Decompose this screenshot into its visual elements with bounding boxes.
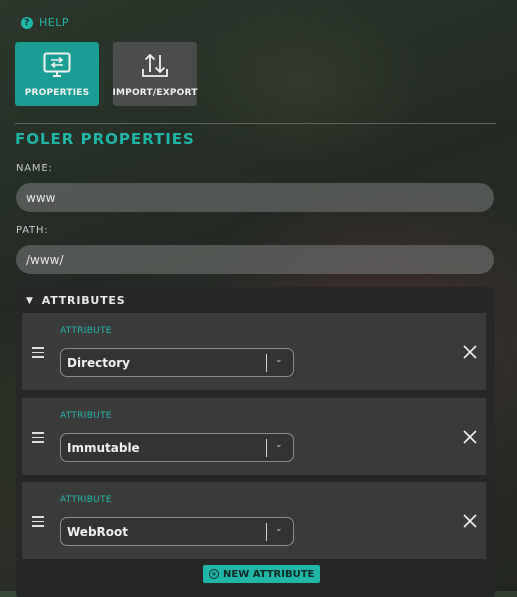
folder-properties-panel: ? HELP PROPERTIES IMPORT/EXPORT FOLER PR… — [0, 0, 517, 597]
select-separator — [266, 354, 267, 372]
attribute-select[interactable]: Immutable ⌄ — [60, 433, 294, 462]
page-title: FOLER PROPERTIES — [15, 130, 195, 148]
path-label: PATH: — [16, 225, 49, 236]
chevron-down-icon: ⌄ — [275, 355, 283, 365]
help-circle-icon: ? — [21, 16, 33, 29]
attribute-select-value: Directory — [67, 356, 130, 370]
attribute-label: ATTRIBUTE — [60, 495, 112, 505]
attribute-row: ATTRIBUTE Immutable ⌄ — [22, 398, 486, 475]
attribute-select[interactable]: WebRoot ⌄ — [60, 517, 294, 546]
tab-import-export[interactable]: IMPORT/EXPORT — [112, 42, 198, 106]
close-icon[interactable] — [462, 344, 478, 360]
attribute-select-value: Immutable — [67, 441, 140, 455]
attributes-header-label: ATTRIBUTES — [41, 294, 126, 307]
divider — [15, 123, 496, 124]
drag-handle-icon[interactable] — [32, 516, 44, 530]
attribute-label: ATTRIBUTE — [60, 411, 112, 421]
attribute-select-value: WebRoot — [67, 525, 129, 539]
select-separator — [266, 439, 267, 457]
attribute-select[interactable]: Directory ⌄ — [60, 348, 294, 377]
import-export-icon — [142, 53, 168, 77]
attribute-row: ATTRIBUTE WebRoot ⌄ — [22, 482, 486, 559]
tab-import-export-label: IMPORT/EXPORT — [112, 88, 198, 98]
collapse-triangle-icon: ▼ — [26, 295, 34, 306]
path-input[interactable]: /www/ — [16, 245, 494, 274]
attribute-label: ATTRIBUTE — [60, 326, 112, 336]
name-label: NAME: — [16, 163, 53, 174]
drag-handle-icon[interactable] — [32, 432, 44, 446]
tab-properties-label: PROPERTIES — [24, 88, 90, 98]
help-label: HELP — [39, 16, 69, 29]
tab-properties[interactable]: PROPERTIES — [15, 42, 99, 106]
chevron-down-icon: ⌄ — [275, 440, 283, 450]
close-icon[interactable] — [462, 513, 478, 529]
drag-handle-icon[interactable] — [32, 347, 44, 361]
select-separator — [266, 523, 267, 541]
properties-monitor-icon — [43, 52, 71, 77]
new-attribute-label: NEW ATTRIBUTE — [223, 568, 315, 580]
attributes-section: ▼ ATTRIBUTES ATTRIBUTE Directory ⌄ ATTRI… — [16, 287, 495, 597]
plus-circle-icon: + — [209, 569, 219, 579]
close-icon[interactable] — [462, 429, 478, 445]
attributes-toggle[interactable]: ▼ ATTRIBUTES — [26, 294, 125, 307]
new-attribute-button[interactable]: + NEW ATTRIBUTE — [203, 565, 321, 583]
help-link[interactable]: ? HELP — [21, 16, 69, 29]
attribute-row: ATTRIBUTE Directory ⌄ — [22, 313, 486, 390]
name-input[interactable]: www — [16, 183, 494, 212]
chevron-down-icon: ⌄ — [275, 524, 283, 534]
